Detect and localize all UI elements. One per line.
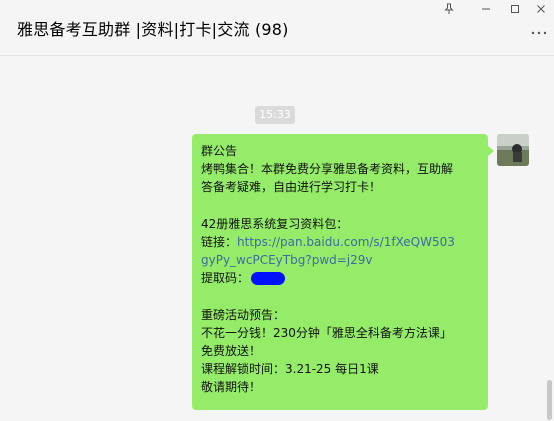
minimize-icon[interactable] bbox=[475, 3, 497, 17]
message-line: 免费放送！ bbox=[201, 344, 262, 359]
close-icon[interactable] bbox=[530, 3, 552, 17]
message-line: 烤鸭集合！本群免费分享雅思备考资料，互助解 bbox=[201, 162, 454, 177]
share-link-continued[interactable]: gyPy_wcPCEyTbg?pwd=j29v bbox=[201, 251, 488, 269]
maximize-icon[interactable] bbox=[504, 3, 526, 17]
message-line: 不花一分钱！230分钟「雅思全科备考方法课」 bbox=[201, 325, 452, 340]
link-line: 链接：https://pan.baidu.com/s/1fXeQW503 bbox=[201, 233, 488, 251]
chat-title: 雅思备考互助群 |资料|打卡|交流 (98) bbox=[17, 20, 289, 39]
more-icon[interactable] bbox=[531, 26, 549, 38]
chat-header: 雅思备考互助群 |资料|打卡|交流 (98) bbox=[0, 0, 554, 56]
message-line: 课程解锁时间：3.21-25 每日1课 bbox=[201, 362, 379, 377]
redacted-extract-code bbox=[251, 272, 286, 286]
message-line: 群公告 bbox=[201, 144, 238, 158]
link-label: 链接： bbox=[201, 234, 238, 249]
share-link[interactable]: https://pan.baidu.com/s/1fXeQW503 bbox=[237, 235, 455, 249]
message-bubble[interactable]: 群公告 烤鸭集合！本群免费分享雅思备考资料，互助解 答备考疑难，自由进行学习打卡… bbox=[192, 134, 494, 410]
message-line: 重磅活动预告： bbox=[201, 307, 286, 322]
message-line: 42册雅思系统复习资料包： bbox=[201, 216, 349, 231]
timestamp-badge: 15:33 bbox=[255, 106, 295, 124]
extract-code-label: 提取码： bbox=[201, 271, 250, 286]
message-line: 敬请期待！ bbox=[201, 380, 262, 395]
extract-code-line: 提取码： bbox=[201, 269, 488, 287]
scrollbar[interactable] bbox=[547, 380, 552, 420]
pin-icon[interactable] bbox=[438, 3, 460, 17]
avatar-icon[interactable] bbox=[497, 134, 529, 166]
message-line: 答备考疑难，自由进行学习打卡！ bbox=[201, 180, 382, 195]
